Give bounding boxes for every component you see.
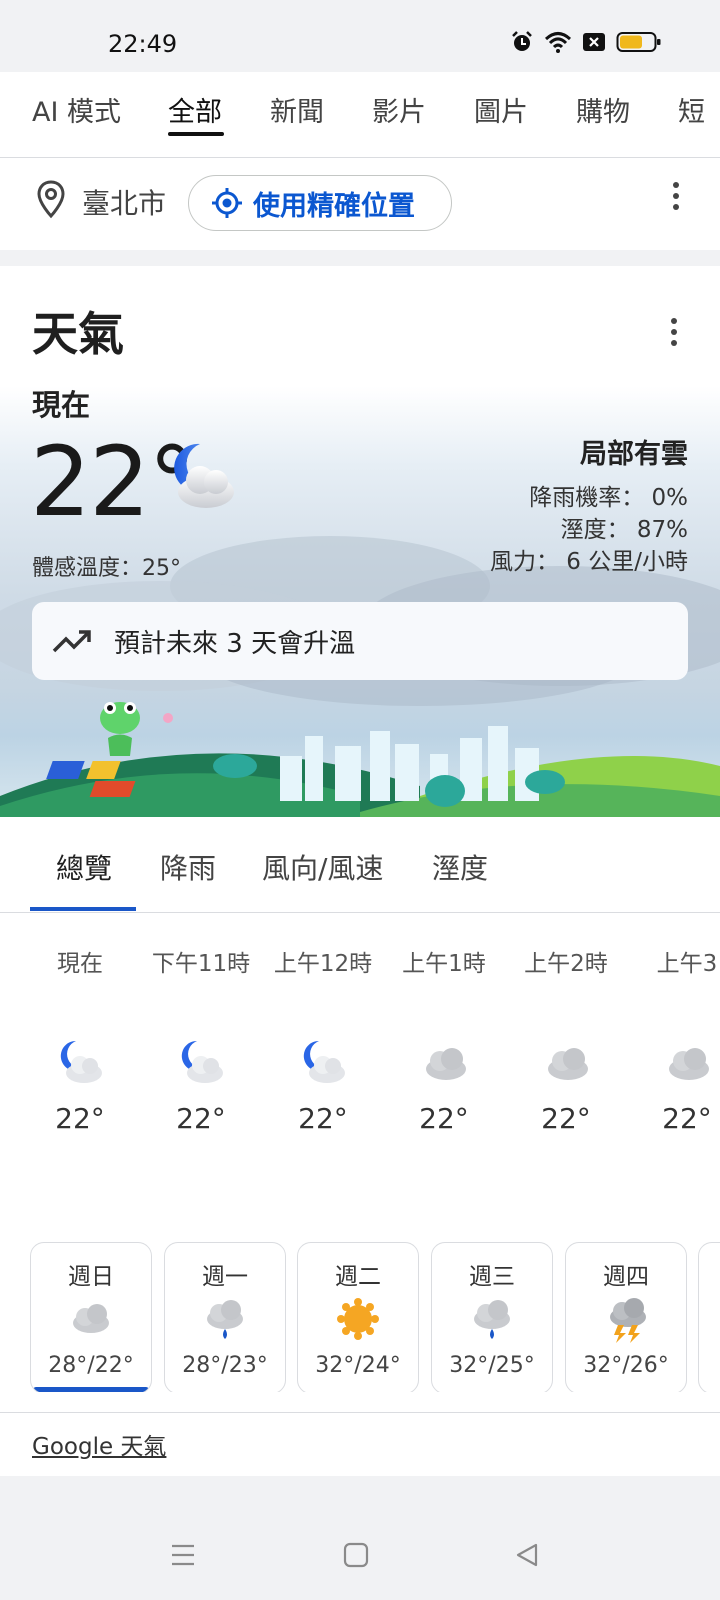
location-pin-icon [37, 180, 65, 219]
hour-label: 上午12時 [273, 951, 373, 977]
tab-all[interactable]: 全部 [168, 90, 222, 129]
feels-like: 體感溫度：25° [32, 556, 181, 581]
menu-icon[interactable] [170, 1542, 196, 1568]
hour-temp: 22° [298, 1102, 348, 1135]
location-city: 臺北市 [82, 187, 167, 220]
google-weather-link[interactable]: Google 天氣 [32, 1427, 166, 1461]
tab-ai-mode[interactable]: AI 模式 [32, 90, 121, 129]
status-icons [510, 30, 662, 54]
weather-sub-tabs: 總覽 降雨 風向/風速 溼度 [0, 817, 720, 913]
day-temps: 32°/26° [583, 1353, 669, 1378]
wifi-icon [544, 32, 572, 53]
condition-text: 局部有雲 [580, 439, 688, 470]
thunderstorm-icon [610, 1298, 646, 1343]
weather-source: Google 天氣 [0, 1412, 720, 1476]
weather-hero: 天氣 現在 22° 體感溫度：25° 局部有雲 降雨機率： 0% 溼度： 87%… [0, 266, 720, 817]
tab-images[interactable]: 圖片 [474, 90, 528, 129]
cloudy-icon [73, 1304, 109, 1333]
cloudy-icon [426, 1048, 466, 1080]
rain-icon [207, 1300, 243, 1339]
day-name: 週四 [603, 1264, 649, 1290]
day-card-partial[interactable] [698, 1242, 720, 1392]
sunny-icon [337, 1298, 379, 1340]
crosshair-icon [212, 188, 242, 218]
weather-illustration [0, 702, 720, 817]
hour-temp: 22° [176, 1102, 226, 1135]
weather-card: 天氣 現在 22° 體感溫度：25° 局部有雲 降雨機率： 0% 溼度： 87%… [0, 266, 720, 1476]
tab-overview[interactable]: 總覽 [56, 847, 112, 887]
sub-tab-indicator [30, 907, 136, 911]
use-precise-location-button[interactable]: 使用精確位置 [188, 175, 452, 231]
home-icon[interactable] [343, 1542, 369, 1568]
tab-news[interactable]: 新聞 [270, 90, 324, 129]
partly-cloudy-night-icon [174, 443, 234, 508]
weather-title: 天氣 [32, 307, 124, 361]
tab-shopping[interactable]: 購物 [576, 90, 630, 129]
tab-precipitation[interactable]: 降雨 [160, 847, 216, 887]
day-card[interactable]: 週一 28°/23° [164, 1242, 286, 1392]
partly-cloudy-night-icon [60, 1040, 102, 1083]
tab-videos[interactable]: 影片 [372, 90, 426, 129]
back-icon[interactable] [514, 1542, 540, 1568]
search-tabs: AI 模式 全部 新聞 影片 圖片 購物 短 [0, 72, 720, 158]
partly-cloudy-night-icon [303, 1040, 345, 1083]
weather-more-icon[interactable] [670, 318, 678, 351]
partly-cloudy-night-icon [181, 1040, 223, 1083]
system-navigation-bar [0, 1510, 720, 1600]
hour-label: 下午11時 [151, 951, 251, 977]
trend-text: 預計未來 3 天會升溫 [114, 628, 356, 659]
day-card[interactable]: 週日 28°/22° [30, 1242, 152, 1392]
active-tab-indicator [168, 132, 224, 136]
day-temps: 32°/24° [315, 1353, 401, 1378]
hourly-forecast[interactable]: 現在 22° 下午11時 22° 上午12時 22° 上午1時 22° 上午2時… [0, 914, 720, 1204]
sim-blocked-icon [583, 33, 605, 51]
day-name: 週二 [335, 1264, 381, 1290]
hour-label: 上午2時 [524, 951, 608, 977]
daily-forecast: 週日 28°/22° 週一 28°/23° 週二 32°/24° 週三 32°/… [0, 1232, 720, 1392]
precip-chance: 降雨機率： 0% [529, 485, 688, 511]
hour-label: 上午1時 [402, 951, 486, 977]
precise-location-label: 使用精確位置 [253, 190, 415, 222]
tab-humidity[interactable]: 溼度 [432, 847, 488, 887]
day-name: 週一 [202, 1264, 248, 1290]
tab-shorts[interactable]: 短 [678, 90, 705, 129]
cloudy-icon [548, 1048, 588, 1080]
status-time: 22:49 [108, 30, 178, 58]
rain-icon [474, 1300, 510, 1339]
day-temps: 28°/23° [182, 1353, 268, 1378]
day-temps: 32°/25° [449, 1353, 535, 1378]
battery-icon [616, 32, 661, 52]
location-more-icon[interactable] [672, 182, 680, 215]
location-bar: 臺北市 使用精確位置 [0, 158, 720, 250]
day-name: 週三 [469, 1264, 515, 1290]
day-card[interactable]: 週二 32°/24° [297, 1242, 419, 1392]
hour-temp: 22° [419, 1102, 469, 1135]
day-temps: 28°/22° [48, 1353, 134, 1378]
day-name: 週日 [68, 1264, 114, 1290]
hour-label: 上午3 [656, 951, 718, 977]
day-card[interactable]: 週三 32°/25° [431, 1242, 553, 1392]
hour-temp: 22° [541, 1102, 591, 1135]
now-label: 現在 [32, 388, 91, 422]
hour-label: 現在 [57, 951, 103, 977]
day-card[interactable]: 週四 32°/26° [565, 1242, 687, 1392]
temperature-trend-banner[interactable]: 預計未來 3 天會升溫 [32, 602, 688, 680]
alarm-icon [512, 31, 532, 51]
humidity: 溼度： 87% [560, 517, 688, 543]
wind-speed: 風力： 6 公里/小時 [489, 549, 688, 575]
selected-day-indicator [33, 1387, 149, 1392]
status-bar: 22:49 [0, 0, 720, 72]
hour-temp: 22° [55, 1102, 105, 1135]
trending-up-icon [52, 630, 91, 653]
cloudy-icon [669, 1048, 709, 1080]
tab-wind[interactable]: 風向/風速 [262, 847, 383, 887]
hour-temp: 22° [662, 1102, 712, 1135]
